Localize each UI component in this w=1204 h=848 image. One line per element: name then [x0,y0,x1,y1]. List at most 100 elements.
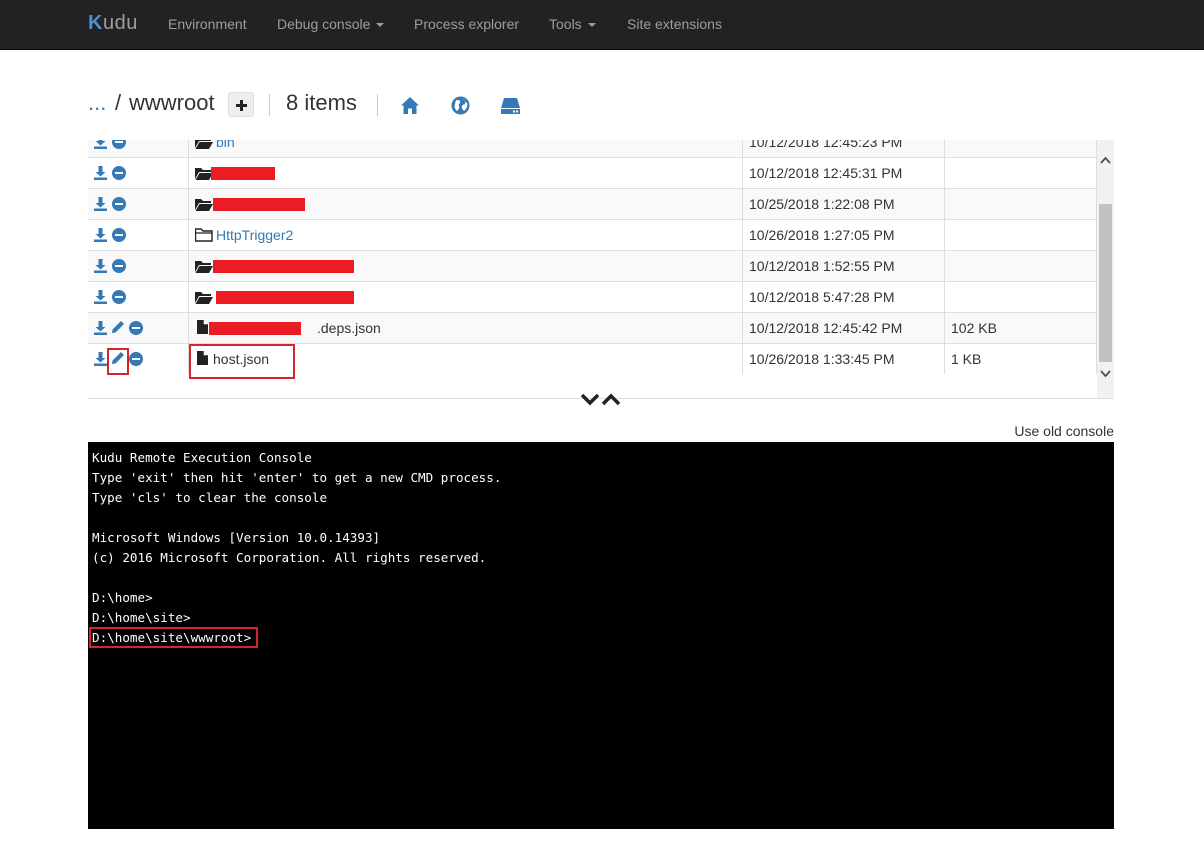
delete-icon[interactable] [129,321,143,335]
name-cell [189,158,743,188]
file-name[interactable]: bin [216,140,235,157]
download-icon[interactable] [94,290,107,304]
table-row: HttpTrigger2 10/26/2018 1:27:05 PM [88,219,1097,250]
row-actions [88,313,189,343]
table-row: .deps.json 10/12/2018 12:45:42 PM 102 KB [88,312,1097,343]
size-cell [945,282,1097,312]
chevron-down-icon [376,23,385,28]
file-name-text: .deps.json [317,320,381,336]
nav-debug-console-label: Debug console [277,16,371,32]
redaction-bar [209,322,301,335]
download-icon[interactable] [94,352,107,366]
name-cell [189,189,743,219]
file-name[interactable]: HttpTrigger2 [216,220,293,250]
prompt-highlight-box [89,627,258,648]
use-old-console-link[interactable]: Use old console [1014,423,1114,439]
pencil-highlight-box [107,348,129,375]
scroll-down-icon[interactable] [1100,370,1111,378]
folder-open-icon [195,228,213,242]
folder-icon [195,140,213,149]
nav-environment-label: Environment [168,16,247,32]
name-cell [189,251,743,281]
kudu-logo[interactable]: Kudu [88,12,138,35]
add-item-button[interactable] [228,92,254,117]
modified-cell: 10/12/2018 12:45:42 PM [743,313,945,343]
resize-handle[interactable] [580,392,622,408]
redaction-bar [213,198,305,211]
modified-cell: 10/12/2018 12:45:23 PM [743,140,945,157]
delete-icon[interactable] [112,290,126,304]
delete-icon[interactable] [112,228,126,242]
delete-icon[interactable] [129,352,143,366]
table-row: bin 10/12/2018 12:45:23 PM [88,140,1097,157]
row-actions [88,140,189,157]
nav-process-explorer[interactable]: Process explorer [414,16,519,32]
download-icon[interactable] [94,197,107,211]
scroll-up-icon[interactable] [1100,156,1111,164]
modified-cell: 10/12/2018 5:47:28 PM [743,282,945,312]
name-cell [189,282,743,312]
download-icon[interactable] [94,228,107,242]
row-actions [88,282,189,312]
size-cell [945,158,1097,188]
chevron-down-icon [587,23,596,28]
size-cell [945,251,1097,281]
modified-cell: 10/12/2018 12:45:31 PM [743,158,945,188]
name-cell: HttpTrigger2 [189,220,743,250]
row-actions [88,158,189,188]
row-actions [88,220,189,250]
globe-icon[interactable] [451,96,470,115]
file-icon [197,320,208,334]
download-icon[interactable] [94,259,107,273]
name-cell: bin [189,140,743,157]
delete-icon[interactable] [112,197,126,211]
size-cell [945,189,1097,219]
size-cell [945,140,1097,157]
nav-site-extensions-label: Site extensions [627,16,722,32]
breadcrumb-ellipsis[interactable]: ... [88,90,106,116]
delete-icon[interactable] [112,259,126,273]
home-icon[interactable] [400,96,420,115]
row-actions [88,189,189,219]
nav-site-extensions[interactable]: Site extensions [627,16,722,32]
folder-icon [195,199,213,211]
top-navbar: Kudu Environment Debug console Process e… [0,0,1204,50]
item-count: 8 items [286,90,357,115]
console-output: Kudu Remote Execution Console Type 'exit… [92,450,502,645]
pencil-icon[interactable] [111,320,125,334]
host-json-highlight-box [189,344,295,379]
folder-icon [195,292,213,304]
download-icon[interactable] [94,140,107,149]
delete-icon[interactable] [112,166,126,180]
modified-cell: 10/26/2018 1:27:05 PM [743,220,945,250]
size-cell [945,220,1097,250]
nav-debug-console[interactable]: Debug console [277,16,385,32]
folder-icon [195,261,213,273]
divider [269,94,270,116]
modified-cell: 10/12/2018 1:52:55 PM [743,251,945,281]
breadcrumb-current: wwwroot [129,90,215,115]
download-icon[interactable] [94,166,107,180]
redaction-bar [213,260,354,273]
size-cell: 102 KB [945,313,1097,343]
row-actions [88,344,189,374]
nav-tools[interactable]: Tools [549,16,596,32]
download-icon[interactable] [94,321,107,335]
divider [377,94,378,116]
size-cell: 1 KB [945,344,1097,374]
nav-tools-label: Tools [549,16,582,32]
scrollbar-thumb[interactable] [1099,204,1112,362]
modified-cell: 10/26/2018 1:33:45 PM [743,344,945,374]
name-cell: .deps.json [189,313,743,343]
modified-cell: 10/25/2018 1:22:08 PM [743,189,945,219]
drive-icon[interactable] [500,97,521,115]
breadcrumb-separator: / [115,90,122,115]
redaction-bar [216,291,354,304]
delete-icon[interactable] [112,140,126,149]
table-scrollbar[interactable] [1097,140,1114,398]
table-row: 10/12/2018 1:52:55 PM [88,250,1097,281]
row-actions [88,251,189,281]
nav-environment[interactable]: Environment [168,16,247,32]
brand-text: udu [102,12,138,34]
nav-process-explorer-label: Process explorer [414,16,520,32]
